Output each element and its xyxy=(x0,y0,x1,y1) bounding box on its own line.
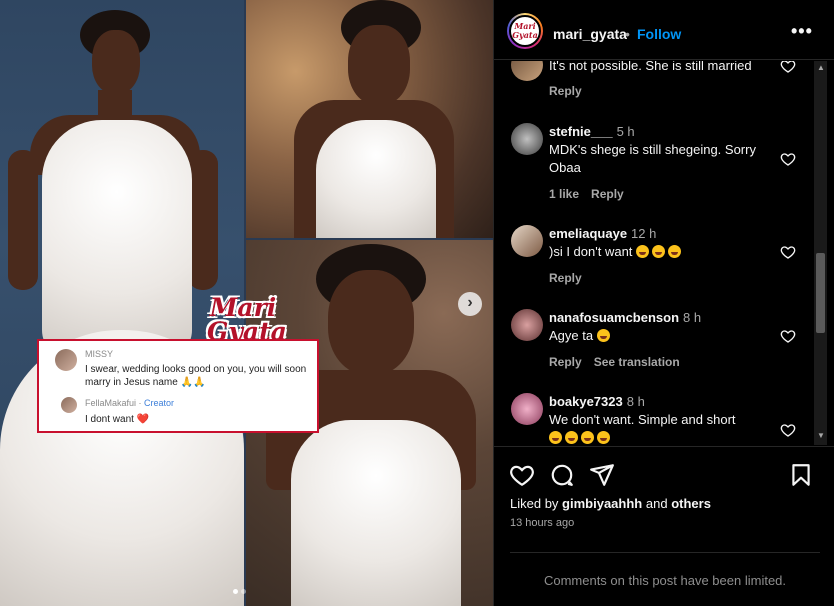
more-horizontal-icon: ••• xyxy=(791,21,813,41)
comment-avatar[interactable] xyxy=(511,393,543,425)
post-media[interactable]: Mari Gyata MISSY I swear, wedding looks … xyxy=(0,0,493,606)
card-comment1-user: MISSY xyxy=(85,349,114,359)
comment-body: )si I don't want xyxy=(549,244,633,259)
likes-and: and xyxy=(645,496,668,511)
comment-avatar[interactable] xyxy=(511,123,543,155)
comments-limited-notice: Comments on this post have been limited. xyxy=(510,552,820,606)
laughing-emoji xyxy=(581,431,594,444)
comment-username-text[interactable]: boakye7323 xyxy=(549,394,623,409)
comment-meta: 1 like Reply xyxy=(549,187,636,201)
laughing-emoji xyxy=(596,329,610,342)
reply-button[interactable]: Reply xyxy=(549,271,582,285)
creator-badge: Creator xyxy=(144,398,175,408)
like-count[interactable]: 1 like xyxy=(549,187,579,201)
comments-scrollbar[interactable]: ▲ ▼ xyxy=(814,61,827,445)
comment-text: It's not possible. She is still married xyxy=(549,61,752,73)
heart-icon[interactable] xyxy=(780,61,796,74)
comment-meta: Reply See translation xyxy=(549,355,692,369)
liked-by-text: Liked by gimbiyaahhh and others xyxy=(510,496,711,511)
photo-portrait-top xyxy=(246,0,493,238)
comment-meta: Reply xyxy=(549,84,594,98)
comment-time: 12 h xyxy=(631,226,657,241)
comment-time: 5 h xyxy=(616,124,635,139)
card-comment2-user: FellaMakafui xyxy=(85,398,137,408)
scroll-down-arrow-icon[interactable]: ▼ xyxy=(817,431,825,440)
send-icon[interactable] xyxy=(589,462,615,488)
comment-time: 8 h xyxy=(683,310,702,325)
comment-meta: Reply xyxy=(549,271,594,285)
header-username[interactable]: mari_gyata xyxy=(553,26,627,42)
see-translation-button[interactable]: See translation xyxy=(594,355,680,369)
post-sidebar: Mari Gyata mari_gyata • Follow ••• It's … xyxy=(493,0,834,606)
comment-avatar[interactable] xyxy=(511,225,543,257)
chevron-right-icon: › xyxy=(467,294,473,311)
embedded-comment-card: MISSY I swear, wedding looks good on you… xyxy=(37,339,319,433)
likes-prefix: Liked by xyxy=(510,496,559,511)
follow-button[interactable]: Follow xyxy=(637,26,681,42)
card-comment2-header: FellaMakafui · Creator xyxy=(85,398,175,408)
profile-avatar[interactable]: Mari Gyata xyxy=(507,13,543,49)
laughing-emoji xyxy=(565,431,578,444)
carousel-indicator xyxy=(233,581,249,599)
comment-avatar[interactable] xyxy=(511,309,543,341)
post-timestamp[interactable]: 13 hours ago xyxy=(510,517,574,529)
post-actions: Liked by gimbiyaahhh and others 13 hours… xyxy=(494,446,834,606)
card-comment2-emoji: ❤️ xyxy=(136,414,150,425)
carousel-dot xyxy=(233,589,238,594)
card-comment2-body: I dont want xyxy=(85,414,134,425)
heart-icon[interactable] xyxy=(780,328,796,344)
heart-icon[interactable] xyxy=(509,462,535,488)
avatar-logo: Mari Gyata xyxy=(509,15,541,47)
laughing-emoji xyxy=(597,431,610,444)
missy-avatar xyxy=(55,349,77,371)
comment-username-text[interactable]: emeliaquaye xyxy=(549,226,627,241)
scrollbar-thumb[interactable] xyxy=(816,253,825,333)
comment-text: )si I don't want xyxy=(549,243,779,261)
heart-icon[interactable] xyxy=(780,151,796,167)
comment-username: stefnie___ 5 h xyxy=(549,124,635,139)
header-separator: • xyxy=(625,26,630,42)
laughing-emoji xyxy=(636,245,650,258)
comment-text: We don't want. Simple and short xyxy=(549,411,779,445)
comment-username: nanafosuamcbenson 8 h xyxy=(549,310,701,325)
comment-username: emeliaquaye 12 h xyxy=(549,226,656,241)
comment-avatar[interactable] xyxy=(511,61,543,81)
laughing-emoji xyxy=(668,245,682,258)
carousel-dot xyxy=(241,589,246,594)
next-slide-button[interactable]: › xyxy=(458,292,482,316)
more-options-button[interactable]: ••• xyxy=(791,21,813,42)
comment-body: Agye ta xyxy=(549,328,594,343)
comment-text: Agye ta xyxy=(549,327,779,345)
likes-others-link[interactable]: others xyxy=(671,496,711,511)
laughing-emoji xyxy=(549,431,562,444)
heart-icon[interactable] xyxy=(780,244,796,260)
reply-button[interactable]: Reply xyxy=(549,355,582,369)
card-comment1-text: I swear, wedding looks good on you, you … xyxy=(85,363,315,389)
comment-username: boakye7323 8 h xyxy=(549,394,645,409)
comment-icon[interactable] xyxy=(549,462,575,488)
comments-limited-text: Comments on this post have been limited. xyxy=(543,573,787,588)
post-header: Mari Gyata mari_gyata • Follow ••• xyxy=(494,0,834,60)
reply-button[interactable]: Reply xyxy=(549,84,582,98)
laughing-emoji xyxy=(652,245,666,258)
card-comment2-text: I dont want ❤️ xyxy=(85,413,149,426)
heart-icon[interactable] xyxy=(780,422,796,438)
comment-username-text[interactable]: stefnie___ xyxy=(549,124,613,139)
comment-time: 8 h xyxy=(626,394,645,409)
card-comment1-emoji: 🙏🙏 xyxy=(180,377,206,388)
bookmark-icon[interactable] xyxy=(788,462,814,488)
likes-user-link[interactable]: gimbiyaahhh xyxy=(562,496,642,511)
avatar-text: Mari Gyata xyxy=(512,21,538,40)
comments-list[interactable]: It's not possible. She is still married … xyxy=(494,61,834,445)
comment-text: MDK's shege is still shegeing. Sorry Oba… xyxy=(549,142,756,175)
comment-body: We don't want. Simple and short xyxy=(549,412,736,427)
fellamakafui-avatar xyxy=(61,397,77,413)
reply-button[interactable]: Reply xyxy=(591,187,624,201)
scroll-up-arrow-icon[interactable]: ▲ xyxy=(817,63,825,72)
comment-username-text[interactable]: nanafosuamcbenson xyxy=(549,310,679,325)
